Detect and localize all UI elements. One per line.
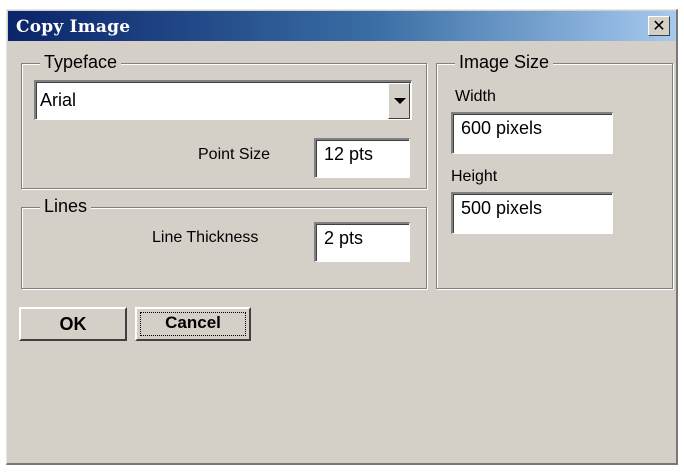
image-size-legend: Image Size <box>455 52 554 73</box>
close-icon: ✕ <box>652 16 666 35</box>
copy-image-dialog: Copy Image ✕ Typeface Arial Point Size 1… <box>6 9 678 465</box>
cancel-button-label: Cancel <box>140 312 246 336</box>
close-button[interactable]: ✕ <box>648 16 670 36</box>
typeface-select[interactable]: Arial <box>34 80 412 120</box>
dialog-title: Copy Image <box>16 17 131 37</box>
line-thickness-label: Line Thickness <box>152 229 259 246</box>
width-label: Width <box>455 88 496 105</box>
ok-button[interactable]: OK <box>19 307 127 341</box>
lines-group: Lines Line Thickness 2 pts <box>21 196 427 289</box>
point-size-field[interactable]: 12 pts <box>314 138 410 178</box>
width-field[interactable]: 600 pixels <box>451 112 613 154</box>
point-size-label: Point Size <box>198 146 271 163</box>
height-field[interactable]: 500 pixels <box>451 192 613 234</box>
height-label: Height <box>451 168 498 185</box>
lines-legend: Lines <box>40 196 92 217</box>
image-size-group: Image Size Width 600 pixels Height 500 p… <box>436 52 673 289</box>
line-thickness-field[interactable]: 2 pts <box>314 222 410 262</box>
typeface-legend: Typeface <box>40 52 122 73</box>
typeface-select-value: Arial <box>40 90 77 110</box>
cancel-button[interactable]: Cancel <box>135 307 251 341</box>
typeface-group: Typeface Arial Point Size 12 pts <box>21 52 427 189</box>
title-bar[interactable]: Copy Image ✕ <box>8 11 676 41</box>
chevron-down-icon[interactable] <box>388 83 410 119</box>
